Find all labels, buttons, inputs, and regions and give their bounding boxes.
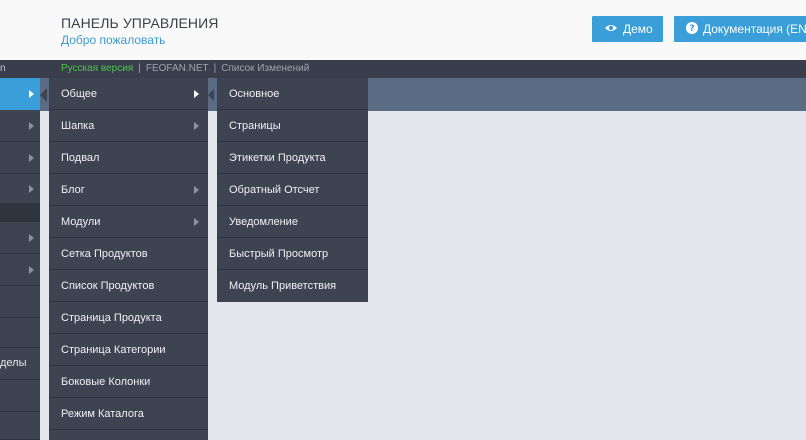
submenu-item-label: Блог [61,184,85,196]
link-separator: | [213,63,217,74]
submenu-item-label: Страница Категории [61,344,166,356]
submenu-item-header[interactable]: Шапка [49,110,208,142]
sidebar-item[interactable] [0,318,40,348]
help-icon: ? [686,21,703,37]
submenu: Общее Шапка Подвал Блог Модули Сетка Про… [49,78,208,440]
submenu-item-label: Сетка Продуктов [61,248,148,260]
subsubmenu-item-quick-view[interactable]: Быстрый Просмотр [217,238,368,270]
submenu-item-product-page[interactable]: Страница Продукта [49,302,208,334]
submenu-pointer [208,89,214,101]
subsubmenu-item-product-labels[interactable]: Этикетки Продукта [217,142,368,174]
chevron-right-icon [29,265,34,274]
subsubmenu-item-main[interactable]: Основное [217,78,368,110]
subsubmenu-item-notification[interactable]: Уведомление [217,206,368,238]
sidebar-item[interactable] [0,222,40,254]
sidebar-item[interactable] [0,110,40,142]
submenu-item-catalog-mode[interactable]: Режим Каталога [49,398,208,430]
sidebar-item-active[interactable] [0,78,40,110]
chevron-right-icon [194,218,199,226]
submenu-item-category-page[interactable]: Страница Категории [49,334,208,366]
sidebar-item[interactable] [0,254,40,286]
page-title: ПАНЕЛЬ УПРАВЛЕНИЯ [61,15,219,31]
subsubmenu-item-label: Основное [229,88,280,100]
subsubmenu-item-label: Модуль Приветствия [229,280,337,292]
documentation-button-label: Документация (EN) [703,22,806,36]
menu-pointer [40,88,47,102]
sidebar-item[interactable]: делы [0,348,40,380]
link-separator: | [138,63,141,74]
chevron-right-icon [29,90,34,98]
sidebar-section-header [0,204,40,222]
subsubmenu-item-welcome-module[interactable]: Модуль Приветствия [217,270,368,302]
submenu-item-general[interactable]: Общее [49,78,208,110]
submenu-item-label: Общее [61,88,98,100]
sidebar-item-label: делы [0,357,27,369]
chevron-right-icon [194,90,199,98]
submenu-item-label: Режим Каталога [61,408,144,420]
submenu-item-label: Боковые Колонки [61,376,151,388]
subsubmenu: Основное Страницы Этикетки Продукта Обра… [217,78,368,302]
demo-button[interactable]: Демо [592,16,663,42]
sidebar-item[interactable] [0,412,40,440]
subsubmenu-item-label: Уведомление [229,216,298,228]
chevron-right-icon [194,122,199,130]
top-links: Русская версия | FEOFAN.NET | Список Изменен… [61,63,309,74]
sidebar-item[interactable] [0,380,40,412]
feofan-link[interactable]: FEOFAN.NET [146,63,209,74]
submenu-item-product-grid[interactable]: Сетка Продуктов [49,238,208,270]
submenu-item-label: Страница Продукта [61,312,162,324]
submenu-item-label: Шапка [61,120,95,132]
subsubmenu-item-label: Страницы [229,120,281,132]
submenu-item-blog[interactable]: Блог [49,174,208,206]
sidebar-item[interactable] [0,286,40,318]
submenu-item-label: Подвал [61,152,100,164]
submenu-item-modules[interactable]: Модули [49,206,208,238]
russian-version-link[interactable]: Русская версия [61,63,133,74]
chevron-right-icon [29,121,34,130]
changelog-link[interactable]: Список Изменений [221,63,309,74]
eye-icon [604,22,623,36]
chevron-right-icon [29,233,34,242]
demo-button-label: Демо [623,22,653,36]
submenu-item-label: Список Продуктов [61,280,155,292]
page-subtitle: Добро пожаловать [61,33,166,47]
chevron-right-icon [29,184,34,193]
sidebar: делы [0,78,40,440]
chevron-right-icon [194,186,199,194]
submenu-item-label: Модули [61,216,101,228]
sidebar-item[interactable] [0,142,40,174]
submenu-item-footer[interactable]: Подвал [49,142,208,174]
submenu-item-side-columns[interactable]: Боковые Колонки [49,366,208,398]
topbar-left-fragment: n [0,63,6,74]
sidebar-item[interactable] [0,174,40,204]
subsubmenu-item-label: Обратный Отсчет [229,184,320,196]
chevron-right-icon [29,153,34,162]
documentation-button[interactable]: ? Документация (EN) [674,16,806,42]
page-header: ПАНЕЛЬ УПРАВЛЕНИЯ Добро пожаловать Демо … [0,0,806,60]
subsubmenu-item-label: Этикетки Продукта [229,152,326,164]
submenu-item-product-list[interactable]: Список Продуктов [49,270,208,302]
subsubmenu-item-countdown[interactable]: Обратный Отсчет [217,174,368,206]
subsubmenu-item-label: Быстрый Просмотр [229,248,329,260]
svg-text:?: ? [689,24,694,34]
top-links-bar: n Русская версия | FEOFAN.NET | Список Измен… [0,60,806,78]
subsubmenu-item-pages[interactable]: Страницы [217,110,368,142]
